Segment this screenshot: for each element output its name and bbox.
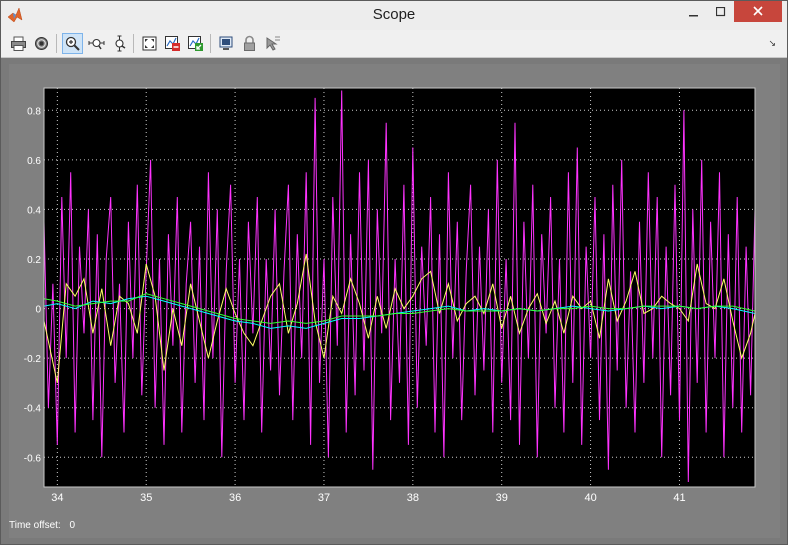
minimize-button[interactable]: [680, 0, 707, 24]
close-icon: [753, 6, 763, 16]
x-tick-label: 40: [584, 492, 596, 504]
print-button[interactable]: [8, 33, 29, 54]
scope-figure: 34 35 36 37 38 39 40 41 -0.6 -0.4 -0.2 0 0.2 0.4 0.6 0.…: [9, 64, 780, 538]
x-tick-label: 39: [496, 492, 508, 504]
y-tick-label: 0.6: [27, 156, 41, 167]
y-tick-label: 0.8: [27, 106, 41, 117]
zoom-y-button[interactable]: [109, 33, 130, 54]
signal-selection-button[interactable]: [262, 33, 283, 54]
window-title: Scope: [372, 6, 416, 23]
zoom-x-icon: [88, 38, 105, 50]
x-tick-label: 37: [318, 492, 330, 504]
zoom-x-button[interactable]: [86, 33, 107, 54]
floating-scope-icon: [219, 36, 233, 50]
toolbar-separator: [133, 34, 134, 53]
y-tick-label: 0.4: [27, 205, 41, 216]
time-offset-value: 0: [69, 520, 76, 531]
maximize-icon: [715, 7, 725, 17]
zoom-in-icon: [65, 36, 80, 51]
maximize-button[interactable]: [707, 0, 734, 24]
toolbar-separator: [210, 34, 211, 53]
zoom-y-icon: [115, 35, 126, 52]
save-axes-button[interactable]: [162, 33, 183, 54]
x-tick-label: 41: [673, 492, 685, 504]
title-bar: Scope: [0, 0, 788, 30]
autoscale-icon: [142, 36, 157, 51]
y-tick-label: -0.4: [24, 404, 42, 415]
close-button[interactable]: [734, 0, 782, 22]
toolbar-overflow-icon[interactable]: ↘: [768, 38, 776, 49]
floating-scope-button[interactable]: [216, 33, 237, 54]
y-tick-label: 0: [35, 305, 41, 316]
toolbar-separator: [56, 34, 57, 53]
x-tick-label: 36: [229, 492, 241, 504]
zoom-button[interactable]: [62, 33, 83, 54]
restore-axes-button[interactable]: [185, 33, 206, 54]
plot-area[interactable]: [44, 88, 755, 487]
x-tick-label: 34: [51, 492, 63, 504]
lock-icon: [244, 35, 255, 51]
minimize-icon: [688, 15, 698, 17]
save-axes-icon: [165, 36, 180, 51]
y-tick-label: 0.2: [27, 255, 41, 266]
time-offset-status: Time offset: 0: [9, 520, 75, 531]
y-tick-label: -0.2: [24, 354, 42, 365]
restore-axes-icon: [188, 36, 203, 51]
scope-axes[interactable]: 34 35 36 37 38 39 40 41 -0.6 -0.4 -0.2 0 0.2 0.4 0.6 0.…: [9, 64, 780, 538]
time-offset-label: Time offset:: [9, 520, 61, 531]
gear-icon: [35, 37, 48, 50]
y-tick-label: -0.6: [24, 453, 42, 464]
x-tick-label: 35: [140, 492, 152, 504]
printer-icon: [11, 36, 26, 51]
autoscale-button[interactable]: [139, 33, 160, 54]
toolbar: ↘: [0, 30, 788, 58]
lock-axes-button[interactable]: [239, 33, 260, 54]
x-tick-label: 38: [407, 492, 419, 504]
parameters-button[interactable]: [31, 33, 52, 54]
signal-selection-icon: [266, 36, 280, 51]
